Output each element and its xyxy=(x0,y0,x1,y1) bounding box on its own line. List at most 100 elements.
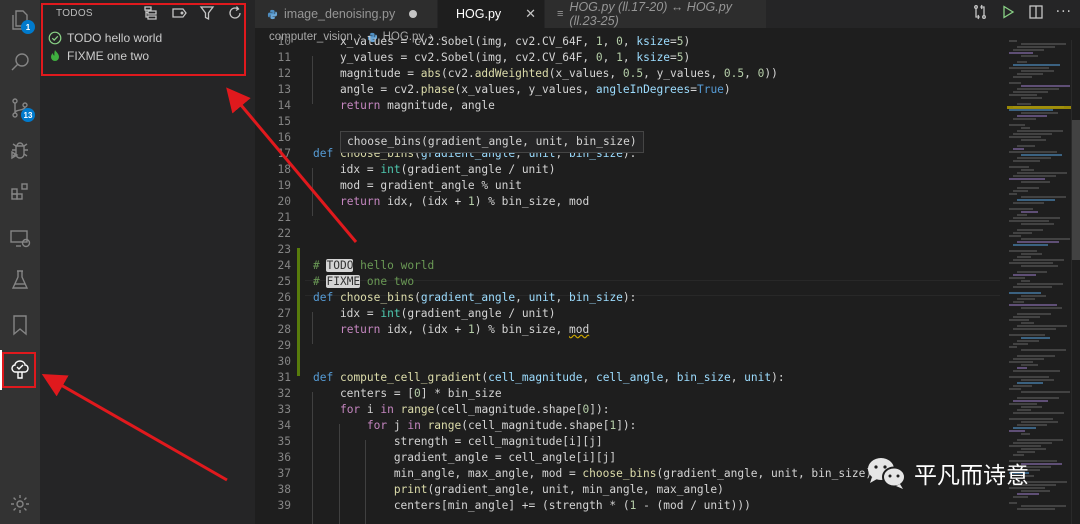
close-icon[interactable]: ✕ xyxy=(525,6,536,22)
line-number: 21 xyxy=(277,211,291,224)
run-debug-button[interactable] xyxy=(0,130,40,170)
minimap[interactable] xyxy=(1007,40,1071,524)
minimap-line xyxy=(1017,451,1035,453)
minimap-line xyxy=(1021,364,1038,366)
code-line[interactable]: 31 def compute_cell_gradient(cell_magnitu… xyxy=(255,370,1000,386)
minimap-line xyxy=(1021,448,1046,450)
search-icon xyxy=(11,53,29,71)
minimap-line xyxy=(1013,301,1024,303)
minimap-line xyxy=(1009,193,1017,195)
explorer-button[interactable]: 1 xyxy=(0,0,40,40)
code-line[interactable]: 11 y_values = cv2.Sobel(img, cv2.CV_64F,… xyxy=(255,50,1000,66)
line-number: 30 xyxy=(277,355,291,368)
compare-changes-icon[interactable] xyxy=(972,4,988,20)
code-line[interactable]: 19 mod = gradient_angle % unit xyxy=(255,178,1000,194)
code-line[interactable]: 29 xyxy=(255,338,1000,354)
minimap-line xyxy=(1013,400,1048,402)
line-number: 34 xyxy=(277,419,291,432)
code-line[interactable]: 13 angle = cv2.phase(x_values, y_values,… xyxy=(255,82,1000,98)
tab-bar: image_denoising.py HOG.py ✕ ≡ HOG.py (ll… xyxy=(255,0,1080,28)
minimap-line xyxy=(1013,244,1048,246)
minimap-line xyxy=(1009,94,1037,96)
scrollbar-thumb[interactable] xyxy=(1072,120,1080,260)
minimap-line xyxy=(1009,151,1057,153)
code-line[interactable]: 22 xyxy=(255,226,1000,242)
minimap-line xyxy=(1013,442,1052,444)
minimap-line xyxy=(1009,250,1037,252)
code-line[interactable]: 28 return idx, (idx + 1) % bin_size, mod xyxy=(255,322,1000,338)
code-line[interactable]: 34 for j in range(cell_magnitude.shape[1… xyxy=(255,418,1000,434)
minimap-line xyxy=(1021,169,1034,171)
minimap-line xyxy=(1021,433,1030,435)
extensions-button[interactable] xyxy=(0,172,40,212)
minimap-line xyxy=(1021,55,1038,57)
minimap-line xyxy=(1017,187,1039,189)
wechat-icon xyxy=(868,458,906,489)
minimap-line xyxy=(1021,307,1062,309)
minimap-line xyxy=(1009,445,1041,447)
search-button[interactable] xyxy=(0,42,40,82)
code-line[interactable]: 10 x_values = cv2.Sobel(img, cv2.CV_64F,… xyxy=(255,34,1000,50)
code-line[interactable]: 24 # TODO hello world xyxy=(255,258,1000,274)
code-editor[interactable]: 10 x_values = cv2.Sobel(img, cv2.CV_64F,… xyxy=(255,35,1000,524)
minimap-line xyxy=(1009,403,1037,405)
minimap-line xyxy=(1013,316,1040,318)
minimap-line xyxy=(1013,202,1044,204)
code-line[interactable]: 39 centers[min_angle] += (strength * (1 … xyxy=(255,498,1000,514)
line-number: 33 xyxy=(277,403,291,416)
editor-area: image_denoising.py HOG.py ✕ ≡ HOG.py (ll… xyxy=(255,0,1080,524)
code-line[interactable]: 30 xyxy=(255,354,1000,370)
minimap-line xyxy=(1013,232,1032,234)
minimap-line xyxy=(1009,124,1025,126)
run-icon[interactable] xyxy=(1000,4,1016,20)
minimap-line xyxy=(1017,493,1039,495)
code-line[interactable]: 25 # FIXME one two xyxy=(255,274,1000,290)
minimap-line xyxy=(1013,385,1032,387)
unsaved-dot-icon[interactable] xyxy=(409,10,418,18)
minimap-line xyxy=(1009,418,1053,420)
minimap-line xyxy=(1021,265,1058,267)
minimap-line xyxy=(1021,379,1054,381)
code-line[interactable]: 21 xyxy=(255,210,1000,226)
minimap-line xyxy=(1009,208,1033,210)
minimap-line xyxy=(1009,502,1017,504)
code-text: for j in range(cell_magnitude.shape[1]): xyxy=(366,419,637,432)
extensions-icon xyxy=(11,183,28,200)
line-number: 38 xyxy=(277,483,291,496)
source-control-button[interactable]: 13 xyxy=(0,88,40,128)
minimap-line xyxy=(1021,349,1066,351)
minimap-line xyxy=(1021,421,1058,423)
code-line[interactable]: 26 def choose_bins(gradient_angle, unit, … xyxy=(255,290,1000,306)
code-line[interactable]: 20 return idx, (idx + 1) % bin_size, mod xyxy=(255,194,1000,210)
settings-button[interactable] xyxy=(0,484,40,524)
annotation-box-todo-tree xyxy=(2,352,36,388)
code-line[interactable]: 27 idx = int(gradient_angle / unit) xyxy=(255,306,1000,322)
tab-image-denoising[interactable]: image_denoising.py xyxy=(255,0,438,28)
code-line[interactable]: 33 for i in range(cell_magnitude.shape[0… xyxy=(255,402,1000,418)
line-number: 18 xyxy=(277,163,291,176)
bookmarks-button[interactable] xyxy=(0,305,40,345)
code-line[interactable]: 14 return magnitude, angle xyxy=(255,98,1000,114)
minimap-line xyxy=(1013,343,1028,345)
vertical-scrollbar[interactable] xyxy=(1071,40,1080,524)
more-actions-icon[interactable]: ··· xyxy=(1056,4,1072,20)
tab-hog[interactable]: HOG.py ✕ xyxy=(438,0,545,28)
code-line[interactable]: 23 xyxy=(255,242,1000,258)
gear-icon xyxy=(11,495,29,513)
code-text: return idx, (idx + 1) % bin_size, mod xyxy=(339,323,590,336)
line-number: 23 xyxy=(277,243,291,256)
minimap-line xyxy=(1017,382,1043,384)
code-text: def choose_bins(gradient_angle, unit, bi… xyxy=(313,291,637,304)
remote-explorer-button[interactable] xyxy=(0,218,40,258)
code-line[interactable]: 32 centers = [0] * bin_size xyxy=(255,386,1000,402)
tab-diff[interactable]: ≡ HOG.py (ll.17-20) ↔ HOG.py (ll.23-25) xyxy=(545,0,767,28)
line-number: 24 xyxy=(277,259,291,272)
code-line[interactable]: 12 magnitude = abs(cv2.addWeighted(x_val… xyxy=(255,66,1000,82)
testing-button[interactable] xyxy=(0,260,40,300)
code-line[interactable]: 15 xyxy=(255,114,1000,130)
code-line[interactable]: 35 strength = cell_magnitude[i][j] xyxy=(255,434,1000,450)
code-line[interactable]: 18 idx = int(gradient_angle / unit) xyxy=(255,162,1000,178)
minimap-line xyxy=(1009,346,1017,348)
debug-bug-icon xyxy=(11,142,28,160)
split-editor-icon[interactable] xyxy=(1028,4,1044,20)
